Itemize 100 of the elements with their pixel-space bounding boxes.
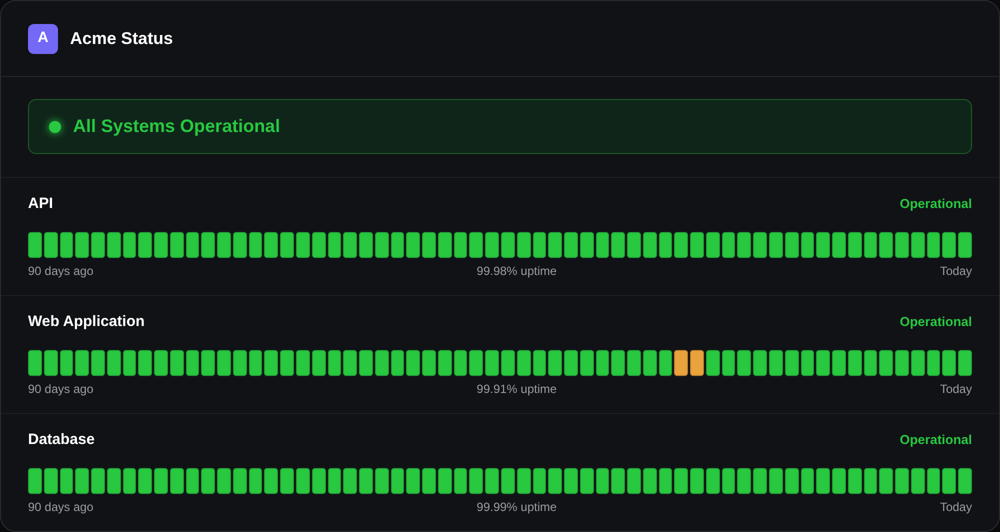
- uptime-bar[interactable]: [596, 468, 610, 494]
- uptime-bar[interactable]: [926, 468, 940, 494]
- uptime-bar[interactable]: [611, 232, 626, 258]
- uptime-bar[interactable]: [674, 350, 688, 376]
- uptime-bar[interactable]: [768, 350, 783, 376]
- uptime-bar[interactable]: [500, 468, 515, 494]
- uptime-bar[interactable]: [312, 350, 326, 376]
- uptime-bar[interactable]: [722, 468, 736, 494]
- uptime-bar[interactable]: [627, 232, 641, 258]
- uptime-bar[interactable]: [106, 468, 121, 494]
- uptime-bar[interactable]: [864, 468, 878, 494]
- uptime-bar[interactable]: [343, 232, 358, 258]
- uptime-bar[interactable]: [548, 468, 562, 494]
- uptime-bar[interactable]: [186, 468, 200, 494]
- uptime-bar[interactable]: [232, 468, 247, 494]
- uptime-bar[interactable]: [406, 468, 420, 494]
- uptime-bar[interactable]: [374, 350, 389, 376]
- uptime-bar[interactable]: [75, 468, 90, 494]
- uptime-bar[interactable]: [500, 350, 515, 376]
- uptime-bar[interactable]: [564, 350, 578, 376]
- uptime-bar[interactable]: [784, 232, 799, 258]
- uptime-bar[interactable]: [879, 232, 894, 258]
- uptime-bar[interactable]: [580, 232, 594, 258]
- uptime-bar[interactable]: [926, 232, 940, 258]
- uptime-bar[interactable]: [910, 468, 925, 494]
- uptime-bar[interactable]: [248, 350, 262, 376]
- uptime-bar[interactable]: [564, 232, 578, 258]
- uptime-bar[interactable]: [170, 350, 184, 376]
- uptime-bar[interactable]: [264, 468, 278, 494]
- uptime-bar[interactable]: [706, 468, 720, 494]
- uptime-bar[interactable]: [800, 468, 814, 494]
- uptime-bar[interactable]: [280, 232, 294, 258]
- uptime-bar[interactable]: [722, 350, 736, 376]
- uptime-bar[interactable]: [438, 468, 452, 494]
- uptime-bar[interactable]: [264, 232, 278, 258]
- uptime-bar[interactable]: [374, 468, 389, 494]
- uptime-bar[interactable]: [186, 232, 200, 258]
- uptime-bar[interactable]: [627, 350, 641, 376]
- uptime-bar[interactable]: [485, 350, 499, 376]
- uptime-bar[interactable]: [248, 232, 262, 258]
- uptime-bar[interactable]: [232, 350, 247, 376]
- uptime-bar[interactable]: [454, 350, 468, 376]
- uptime-bar[interactable]: [942, 232, 956, 258]
- uptime-bar[interactable]: [832, 232, 846, 258]
- uptime-bar[interactable]: [359, 232, 373, 258]
- uptime-bar[interactable]: [438, 232, 452, 258]
- uptime-bar[interactable]: [596, 350, 610, 376]
- uptime-bar[interactable]: [848, 468, 862, 494]
- uptime-bar[interactable]: [926, 350, 940, 376]
- uptime-bar[interactable]: [642, 232, 657, 258]
- uptime-bar[interactable]: [422, 232, 436, 258]
- uptime-bar[interactable]: [753, 350, 767, 376]
- uptime-bar[interactable]: [737, 232, 752, 258]
- uptime-bar[interactable]: [910, 232, 925, 258]
- uptime-bar[interactable]: [642, 468, 657, 494]
- uptime-bar[interactable]: [879, 350, 894, 376]
- uptime-bar[interactable]: [454, 232, 468, 258]
- uptime-bar[interactable]: [737, 350, 752, 376]
- uptime-bar[interactable]: [485, 468, 499, 494]
- uptime-bar[interactable]: [122, 468, 136, 494]
- uptime-bar[interactable]: [658, 350, 672, 376]
- uptime-bar[interactable]: [958, 350, 972, 376]
- uptime-bar[interactable]: [627, 468, 641, 494]
- uptime-bar[interactable]: [328, 232, 342, 258]
- uptime-bar[interactable]: [516, 232, 530, 258]
- uptime-bar[interactable]: [706, 232, 720, 258]
- uptime-bar[interactable]: [580, 468, 594, 494]
- uptime-bar[interactable]: [611, 468, 626, 494]
- uptime-bar[interactable]: [28, 350, 42, 376]
- uptime-bar[interactable]: [138, 468, 152, 494]
- uptime-bar[interactable]: [170, 468, 184, 494]
- uptime-bar[interactable]: [753, 468, 767, 494]
- uptime-bar[interactable]: [848, 350, 862, 376]
- uptime-bar[interactable]: [280, 468, 294, 494]
- uptime-bar[interactable]: [895, 468, 909, 494]
- uptime-bar[interactable]: [564, 468, 578, 494]
- uptime-bar[interactable]: [44, 232, 58, 258]
- uptime-bar[interactable]: [611, 350, 626, 376]
- uptime-bar[interactable]: [343, 468, 358, 494]
- uptime-bar[interactable]: [406, 350, 420, 376]
- uptime-bar[interactable]: [848, 232, 862, 258]
- uptime-bar[interactable]: [280, 350, 294, 376]
- uptime-bar[interactable]: [390, 350, 404, 376]
- uptime-bar[interactable]: [91, 468, 105, 494]
- uptime-bar[interactable]: [596, 232, 610, 258]
- uptime-bar[interactable]: [91, 232, 105, 258]
- uptime-bar[interactable]: [170, 232, 184, 258]
- uptime-bar[interactable]: [390, 232, 404, 258]
- uptime-bar[interactable]: [532, 232, 546, 258]
- uptime-bar[interactable]: [75, 350, 90, 376]
- uptime-bar[interactable]: [816, 232, 830, 258]
- uptime-bar[interactable]: [832, 468, 846, 494]
- uptime-bar[interactable]: [422, 350, 436, 376]
- uptime-bar[interactable]: [895, 232, 909, 258]
- uptime-bar[interactable]: [217, 232, 231, 258]
- uptime-bar[interactable]: [658, 232, 672, 258]
- uptime-bar[interactable]: [768, 468, 783, 494]
- uptime-bar[interactable]: [816, 350, 830, 376]
- uptime-bar[interactable]: [690, 350, 704, 376]
- uptime-bar[interactable]: [706, 350, 720, 376]
